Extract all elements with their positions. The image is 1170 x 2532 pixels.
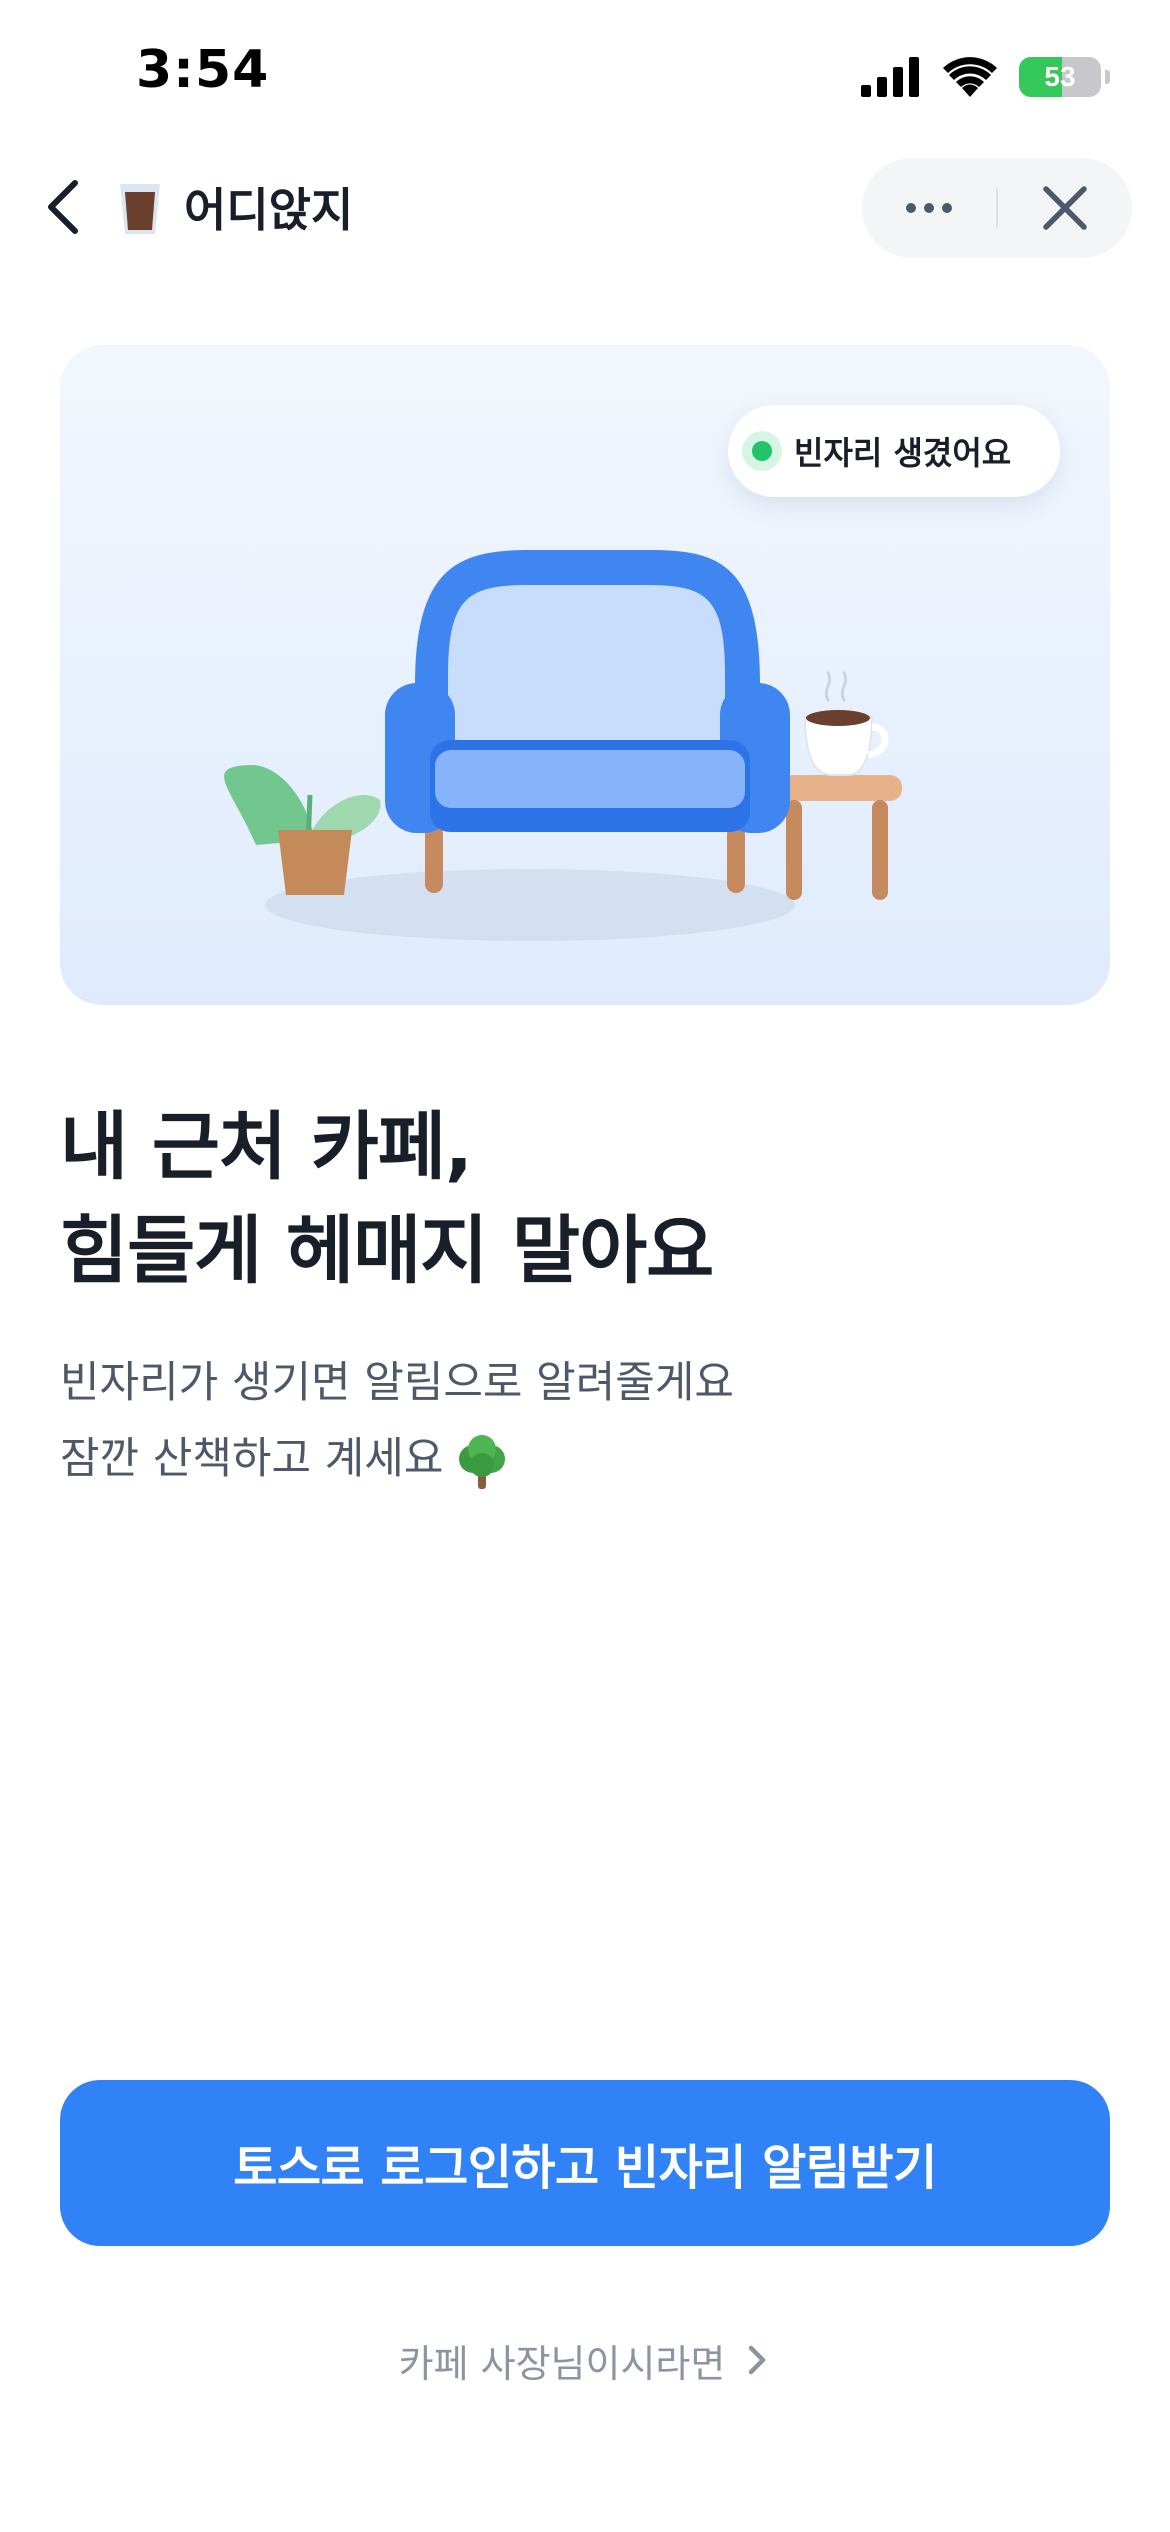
subtitle-line-2-row: 잠깐 산책하고 계세요 <box>60 1421 1110 1497</box>
wifi-icon <box>943 57 997 97</box>
chevron-right-icon <box>749 2345 766 2375</box>
more-button[interactable] <box>862 158 996 258</box>
status-dot-icon <box>742 431 782 471</box>
tree-icon <box>459 1434 506 1489</box>
hero-illustration: 빈자리 생겼어요 <box>60 345 1110 1005</box>
subtitle-line-1: 빈자리가 생기면 알림으로 알려줄게요 <box>60 1358 734 1408</box>
battery-indicator: 53 <box>1019 57 1101 97</box>
seat-badge-text: 빈자리 생겼어요 <box>794 434 1012 472</box>
headline-line-2: 힘들게 헤매지 말아요 <box>60 1208 714 1294</box>
app-name: 어디앉지 <box>184 183 354 237</box>
side-table-icon <box>780 671 902 900</box>
cellular-signal-icon <box>861 57 919 97</box>
page-title: 내 근처 카페, 힘들게 헤매지 말아요 <box>60 1095 1110 1303</box>
seat-available-badge: 빈자리 생겼어요 <box>728 405 1060 497</box>
status-bar: 3:54 53 <box>0 0 1170 150</box>
cafe-owner-link-label: 카페 사장님이시라면 <box>398 2341 726 2386</box>
mini-app-capsule <box>862 158 1132 258</box>
close-icon <box>1043 186 1087 230</box>
plant-icon <box>224 765 381 895</box>
chevron-left-icon <box>48 180 78 234</box>
battery-cap <box>1105 70 1110 84</box>
status-time: 3:54 <box>136 40 270 100</box>
subtitle-line-2: 잠깐 산책하고 계세요 <box>60 1434 444 1484</box>
toss-login-button-label: 토스로 로그인하고 빈자리 알림받기 <box>233 2140 937 2196</box>
back-button[interactable] <box>28 172 98 242</box>
toss-login-button[interactable]: 토스로 로그인하고 빈자리 알림받기 <box>60 2080 1110 2246</box>
page-subtitle: 빈자리가 생기면 알림으로 알려줄게요 잠깐 산책하고 계세요 <box>60 1345 1110 1497</box>
status-icons: 53 <box>861 52 1110 102</box>
coffee-cup-icon <box>120 184 160 234</box>
battery-level: 53 <box>1044 61 1076 92</box>
close-button[interactable] <box>998 158 1132 258</box>
armchair-icon <box>385 550 790 893</box>
more-horizontal-icon <box>906 203 952 213</box>
nav-bar: 어디앉지 <box>0 150 1170 265</box>
cafe-owner-link[interactable]: 카페 사장님이시라면 <box>0 2330 1170 2390</box>
headline-line-1: 내 근처 카페, <box>60 1104 473 1190</box>
